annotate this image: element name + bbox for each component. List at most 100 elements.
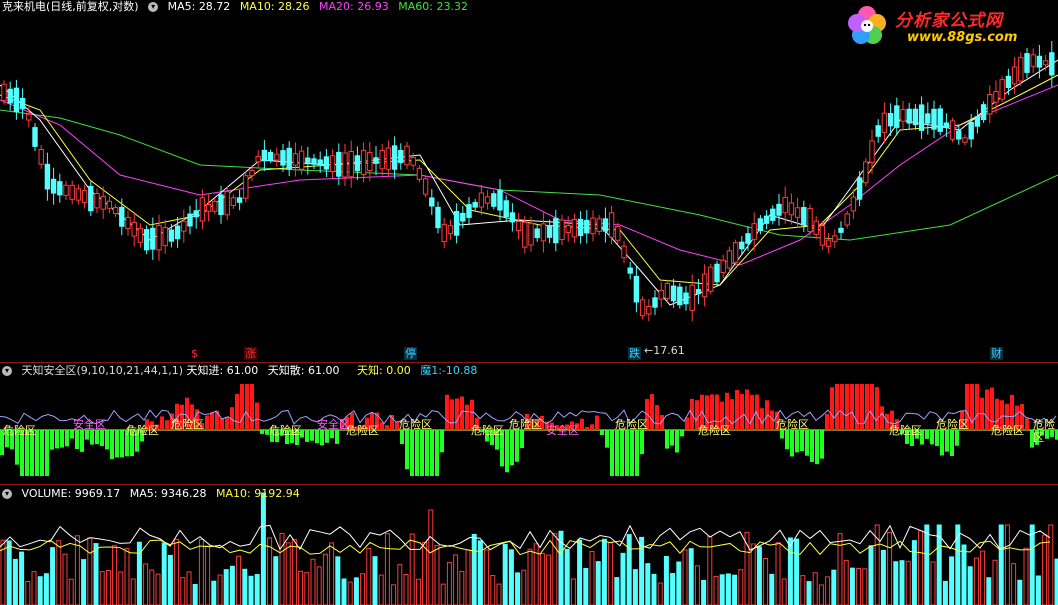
volume-bar [161,542,167,605]
indicator-bar [1025,418,1029,430]
indicator-bar [450,399,454,430]
candle-body [497,189,503,211]
indicator-bar [780,430,784,439]
indicator-bar [205,415,209,430]
indicator-bar [815,430,819,465]
indicator-bar [225,416,229,430]
candle-body [670,285,677,302]
candle-body [491,193,497,207]
indicator-bar [845,384,849,430]
candle-body [385,147,392,170]
volume-bar [428,509,434,605]
zone-label: 危险区 [3,424,36,437]
candle-body [887,112,894,127]
candle-body [906,108,912,124]
candle-body [32,127,38,147]
site-logo: 分析家公式网 www.88gs.com [845,2,1050,52]
indicator-bar [220,418,224,430]
indicator-bar [50,430,54,450]
candle-body [13,87,20,113]
settings-circle-icon[interactable]: ▾ [2,489,12,499]
candle-body [236,197,243,203]
indicator-bar [465,404,469,430]
candle-body [460,212,466,222]
candle-body [243,175,249,199]
volume-bar [756,546,762,605]
indicator-bar [630,430,634,476]
zone-label: 危险区 [346,424,379,437]
candle-body [1018,56,1024,82]
zone-label: 危险区 [889,424,922,437]
volume-bar [1017,579,1023,605]
candle-body [230,197,237,207]
volume-bar [341,578,347,605]
candle-body [683,292,689,305]
settings-circle-icon[interactable]: ▾ [148,2,159,12]
candle-body [311,158,317,165]
safe-zone-indicator-pane[interactable]: ▾ 天知安全区(9,10,10,21,44,1,1) 天知进: 61.00 天知… [0,362,1058,484]
candle-body [509,212,516,223]
volume-bar [471,533,477,605]
candle-body [801,207,807,226]
indicator-bar [165,420,169,430]
kline-chart[interactable] [0,0,1058,362]
volume-bar [223,569,229,605]
volume-bar [713,575,719,605]
candle-body [261,149,268,162]
volume-pane[interactable]: ▾ VOLUME: 9969.17 MA5: 9346.28 MA10: 919… [0,484,1058,605]
indicator-bar [790,430,794,457]
indicator-bar [665,430,669,449]
indicator-bar [950,430,954,457]
volume-bar [25,581,31,605]
signal-stop: 停 [404,347,417,360]
ma10-label: MA10: 28.26 [239,0,310,13]
volume-bar [831,569,837,605]
volume-bar [1035,575,1041,605]
candle-body [255,155,261,163]
candle-body [286,147,292,170]
volume-bar [43,573,49,605]
candle-body [143,229,150,251]
volume-bar [508,549,514,605]
indicator-bar [75,430,79,450]
settings-circle-icon[interactable]: ▾ [2,366,12,376]
candle-body [212,200,218,212]
candle-body [75,188,82,201]
kline-chart-pane[interactable]: 克来机电(日线,前复权,对数) ▾ MA5: 28.72 MA10: 28.26… [0,0,1058,362]
candle-body [416,167,423,180]
volume-bar [130,578,136,605]
candle-body [850,196,857,212]
candle-body [162,227,168,247]
candle-body [336,151,342,177]
candle-body [292,153,299,166]
indicator-bar [65,430,69,447]
candle-body [323,156,330,170]
candle-body [150,227,156,250]
volume-bar [6,540,12,605]
candle-body [782,196,788,214]
indicator-bar [55,430,59,449]
indicator-bar [840,384,844,430]
indicator-mo: 魔1:-10.88 [420,364,478,377]
indicator-bar [740,394,744,430]
volume-bar [521,569,527,605]
candle-body [894,105,900,128]
volume-bar [484,549,490,605]
candle-body [528,222,534,246]
volume-bar [409,533,415,605]
volume-bar [924,524,930,605]
signal-fall: 跌 [628,347,641,360]
volume-ma10-line [0,539,1051,556]
candle-body [863,161,869,184]
volume-bar [490,575,496,605]
candle-body [596,218,602,232]
candle-body [900,109,906,122]
volume-bar [205,545,211,605]
volume-bar [12,558,18,605]
volume-bar [930,561,936,605]
indicator-bar [505,430,509,473]
candle-body [949,120,956,140]
volume-chart[interactable] [0,484,1058,605]
volume-bar [918,530,924,605]
volume-bar [1023,547,1029,605]
